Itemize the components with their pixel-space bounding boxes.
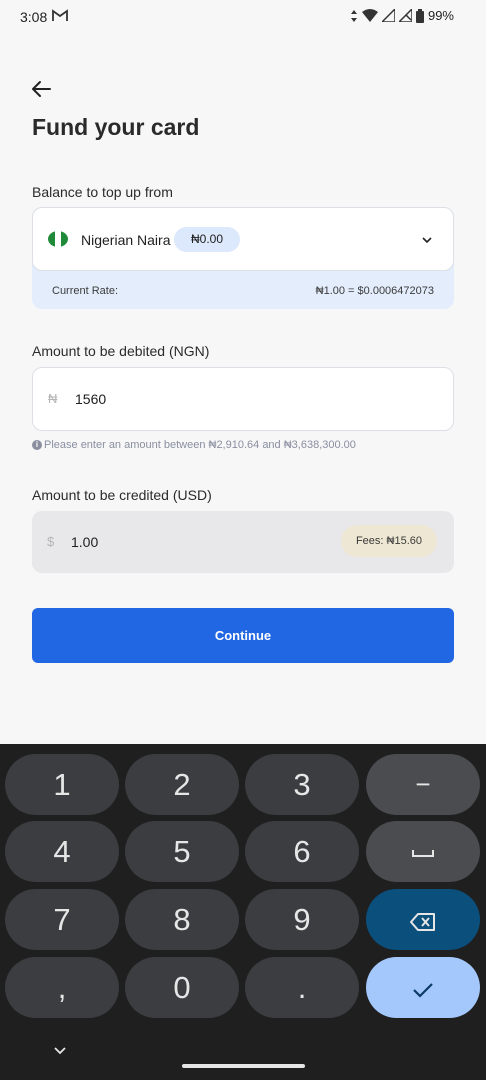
continue-button[interactable]: Continue bbox=[32, 608, 454, 663]
signal-icon bbox=[381, 9, 395, 22]
balance-rate-panel: Nigerian Naira ₦0.00 Current Rate: ₦1.00… bbox=[32, 207, 454, 309]
signal-off-icon bbox=[398, 9, 412, 22]
key-4[interactable]: 4 bbox=[5, 821, 119, 882]
key-8[interactable]: 8 bbox=[125, 889, 239, 950]
numeric-keyboard: 1 2 3 − 4 5 6 7 8 9 , 0 . bbox=[0, 744, 486, 1080]
current-rate-value: ₦1.00 = $0.0006472073 bbox=[315, 285, 434, 297]
status-time: 3:08 bbox=[20, 9, 48, 25]
key-1[interactable]: 1 bbox=[5, 754, 119, 815]
page-title: Fund your card bbox=[32, 114, 200, 140]
key-7[interactable]: 7 bbox=[5, 889, 119, 950]
space-icon bbox=[412, 850, 434, 858]
data-arrows-icon bbox=[350, 9, 357, 22]
balance-badge: ₦0.00 bbox=[174, 227, 240, 252]
key-period[interactable]: . bbox=[245, 957, 359, 1018]
key-done[interactable] bbox=[366, 957, 480, 1018]
key-space[interactable] bbox=[366, 821, 480, 882]
amount-hint-text: Please enter an amount between ₦2,910.64… bbox=[44, 439, 356, 451]
backspace-icon bbox=[410, 912, 435, 931]
credit-amount-value: 1.00 bbox=[71, 534, 99, 550]
balance-currency-select[interactable]: Nigerian Naira ₦0.00 bbox=[32, 207, 454, 271]
status-bar: 3:08 99% bbox=[0, 0, 486, 34]
keyboard-hide-chevron-icon[interactable] bbox=[53, 1044, 67, 1058]
status-icons: 99% bbox=[350, 8, 454, 23]
checkmark-icon bbox=[413, 983, 433, 998]
key-backspace[interactable] bbox=[366, 889, 480, 950]
key-5[interactable]: 5 bbox=[125, 821, 239, 882]
key-2[interactable]: 2 bbox=[125, 754, 239, 815]
home-indicator[interactable] bbox=[182, 1064, 305, 1068]
amount-hint: i Please enter an amount between ₦2,910.… bbox=[32, 439, 356, 451]
balance-label: Balance to top up from bbox=[32, 184, 173, 200]
battery-percent: 99% bbox=[427, 8, 454, 23]
dollar-prefix: $ bbox=[47, 534, 55, 549]
debit-amount-value: 1560 bbox=[75, 391, 107, 407]
debit-amount-field[interactable]: ₦ 1560 bbox=[32, 367, 454, 431]
gmail-icon bbox=[52, 9, 68, 27]
key-0[interactable]: 0 bbox=[125, 957, 239, 1018]
back-arrow-icon[interactable] bbox=[30, 78, 52, 100]
debit-label: Amount to be debited (NGN) bbox=[32, 343, 210, 359]
key-comma[interactable]: , bbox=[5, 957, 119, 1018]
chevron-down-icon bbox=[421, 233, 433, 245]
battery-icon bbox=[415, 8, 424, 23]
fees-badge: Fees: ₦15.60 bbox=[340, 525, 437, 557]
credit-label: Amount to be credited (USD) bbox=[32, 487, 212, 503]
key-9[interactable]: 9 bbox=[245, 889, 359, 950]
wifi-icon bbox=[361, 9, 378, 22]
key-3[interactable]: 3 bbox=[245, 754, 359, 815]
nigeria-flag-icon bbox=[48, 231, 68, 247]
info-icon: i bbox=[32, 440, 42, 450]
credit-amount-field: $ 1.00 Fees: ₦15.60 bbox=[32, 511, 454, 573]
current-rate-label: Current Rate: bbox=[52, 285, 119, 297]
currency-name: Nigerian Naira bbox=[81, 232, 171, 248]
naira-prefix: ₦ bbox=[48, 391, 58, 406]
key-6[interactable]: 6 bbox=[245, 821, 359, 882]
key-minus[interactable]: − bbox=[366, 754, 480, 815]
